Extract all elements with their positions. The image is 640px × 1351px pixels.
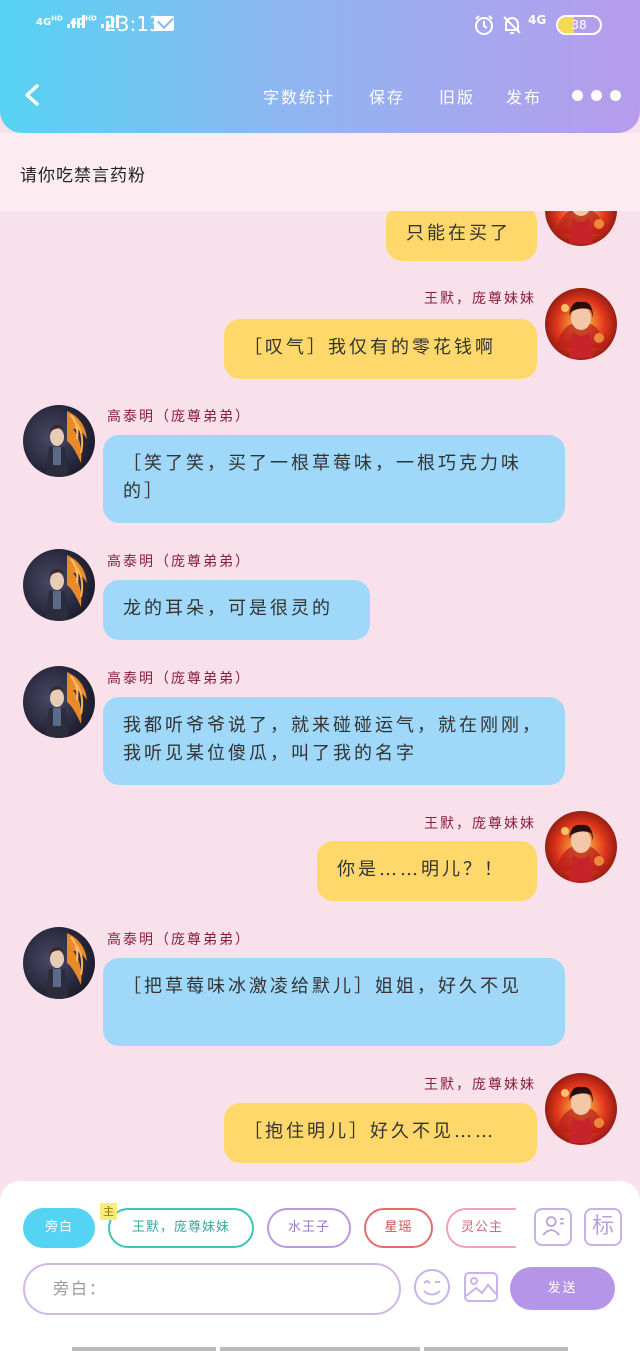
avatar-gaotaiming[interactable] <box>23 405 95 477</box>
battery-icon: 38 <box>556 15 602 35</box>
signal-2-label: 4G <box>70 17 86 28</box>
message-text: 龙的耳朵，可是很灵的 <box>123 598 333 619</box>
input-panel: 旁白 王默，庞尊妹妹 主 水王子 星瑶 灵公主 标 旁白： 发送 <box>0 1181 640 1351</box>
network-indicator: 4G <box>528 13 547 27</box>
chat-area[interactable]: 只能在买了 王默，庞尊妹妹 ［叹气］我仅有的零花钱啊 高泰明（庞尊弟弟） ［笑了… <box>0 211 640 1181</box>
avatar-wangmo[interactable] <box>545 211 617 246</box>
status-time: 23:13 <box>104 12 162 36</box>
message-text: ［笑了笑，买了一根草莓味，一根巧克力味的］ <box>123 453 522 502</box>
sender-name: 王默，庞尊妹妹 <box>424 816 536 832</box>
nav-bar-segment <box>424 1347 568 1351</box>
sender-name: 高泰明（庞尊弟弟） <box>107 409 251 425</box>
app-header: 4GHD 4GHD 23:13 4G 38 字数统计 保存 旧版 发布 <box>0 0 640 133</box>
message-input[interactable]: 旁白： <box>23 1263 401 1315</box>
more-options-icon[interactable] <box>572 90 621 101</box>
sender-name: 高泰明（庞尊弟弟） <box>107 671 251 687</box>
back-arrow-icon[interactable] <box>22 84 44 106</box>
nav-bar-segment <box>72 1347 216 1351</box>
message-bubble[interactable]: 只能在买了 <box>386 211 537 261</box>
role-chip-main[interactable]: 王默，庞尊妹妹 <box>108 1208 254 1248</box>
avatar-wangmo[interactable] <box>545 811 617 883</box>
old-version-button[interactable]: 旧版 <box>439 84 475 108</box>
word-count-button[interactable]: 字数统计 <box>263 84 335 108</box>
role-chip-water-prince[interactable]: 水王子 <box>267 1208 351 1248</box>
avatar-gaotaiming[interactable] <box>23 549 95 621</box>
send-button[interactable]: 发送 <box>510 1267 615 1310</box>
message-bubble[interactable]: ［叹气］我仅有的零花钱啊 <box>224 319 537 379</box>
sender-name: 高泰明（庞尊弟弟） <box>107 554 251 570</box>
message-text: ［叹气］我仅有的零花钱啊 <box>244 337 496 358</box>
mute-bell-icon <box>503 16 521 34</box>
signal-1-label: 4G <box>36 17 52 28</box>
message-text: ［把草莓味冰激凌给默儿］姐姐，好久不见 <box>123 976 522 997</box>
message-text: 只能在买了 <box>406 223 511 244</box>
chapter-title-bar: 请你吃禁言药粉 <box>0 133 640 211</box>
signal-2-sup: HD <box>85 14 97 23</box>
mark-button[interactable]: 标 <box>584 1208 622 1246</box>
role-manage-icon[interactable] <box>534 1208 572 1246</box>
nav-bar-segment <box>220 1347 420 1351</box>
alarm-icon <box>475 15 493 35</box>
role-chip-ling-princess[interactable]: 灵公主 <box>446 1208 516 1248</box>
role-chip-xingyao[interactable]: 星瑶 <box>364 1208 433 1248</box>
message-bubble[interactable]: ［抱住明儿］好久不见…… <box>224 1103 537 1163</box>
message-bubble[interactable]: ［笑了笑，买了一根草莓味，一根巧克力味的］ <box>103 435 565 523</box>
message-bubble[interactable]: 你是……明儿？！ <box>317 841 537 901</box>
message-bubble[interactable]: 龙的耳朵，可是很灵的 <box>103 580 370 640</box>
avatar-gaotaiming[interactable] <box>23 927 95 999</box>
signal-1-sup: HD <box>51 14 63 23</box>
battery-level: 38 <box>571 18 587 32</box>
sender-name: 王默，庞尊妹妹 <box>424 1077 536 1093</box>
message-text: ［抱住明儿］好久不见…… <box>244 1121 496 1142</box>
status-bar: 4GHD 4GHD 23:13 4G 38 <box>0 12 640 38</box>
chapter-title[interactable]: 请你吃禁言药粉 <box>20 161 146 186</box>
message-text: 你是……明儿？！ <box>337 859 505 880</box>
message-bubble[interactable]: 我都听爷爷说了，就来碰碰运气，就在刚刚，我听见某位傻瓜，叫了我的名字 <box>103 697 565 785</box>
role-chip-narrator[interactable]: 旁白 <box>23 1208 95 1248</box>
save-button[interactable]: 保存 <box>369 84 405 108</box>
image-icon[interactable] <box>462 1268 500 1306</box>
sender-name: 高泰明（庞尊弟弟） <box>107 932 251 948</box>
message-bubble[interactable]: ［把草莓味冰激凌给默儿］姐姐，好久不见 <box>103 958 565 1046</box>
main-role-badge: 主 <box>100 1203 117 1220</box>
emoji-icon[interactable] <box>413 1268 451 1306</box>
sender-name: 王默，庞尊妹妹 <box>424 291 536 307</box>
message-text: 我都听爷爷说了，就来碰碰运气，就在刚刚，我听见某位傻瓜，叫了我的名字 <box>123 715 543 764</box>
avatar-gaotaiming[interactable] <box>23 666 95 738</box>
avatar-wangmo[interactable] <box>545 288 617 360</box>
avatar-wangmo[interactable] <box>545 1073 617 1145</box>
publish-button[interactable]: 发布 <box>506 84 542 108</box>
mail-icon <box>154 16 174 31</box>
person-icon <box>542 1216 564 1236</box>
